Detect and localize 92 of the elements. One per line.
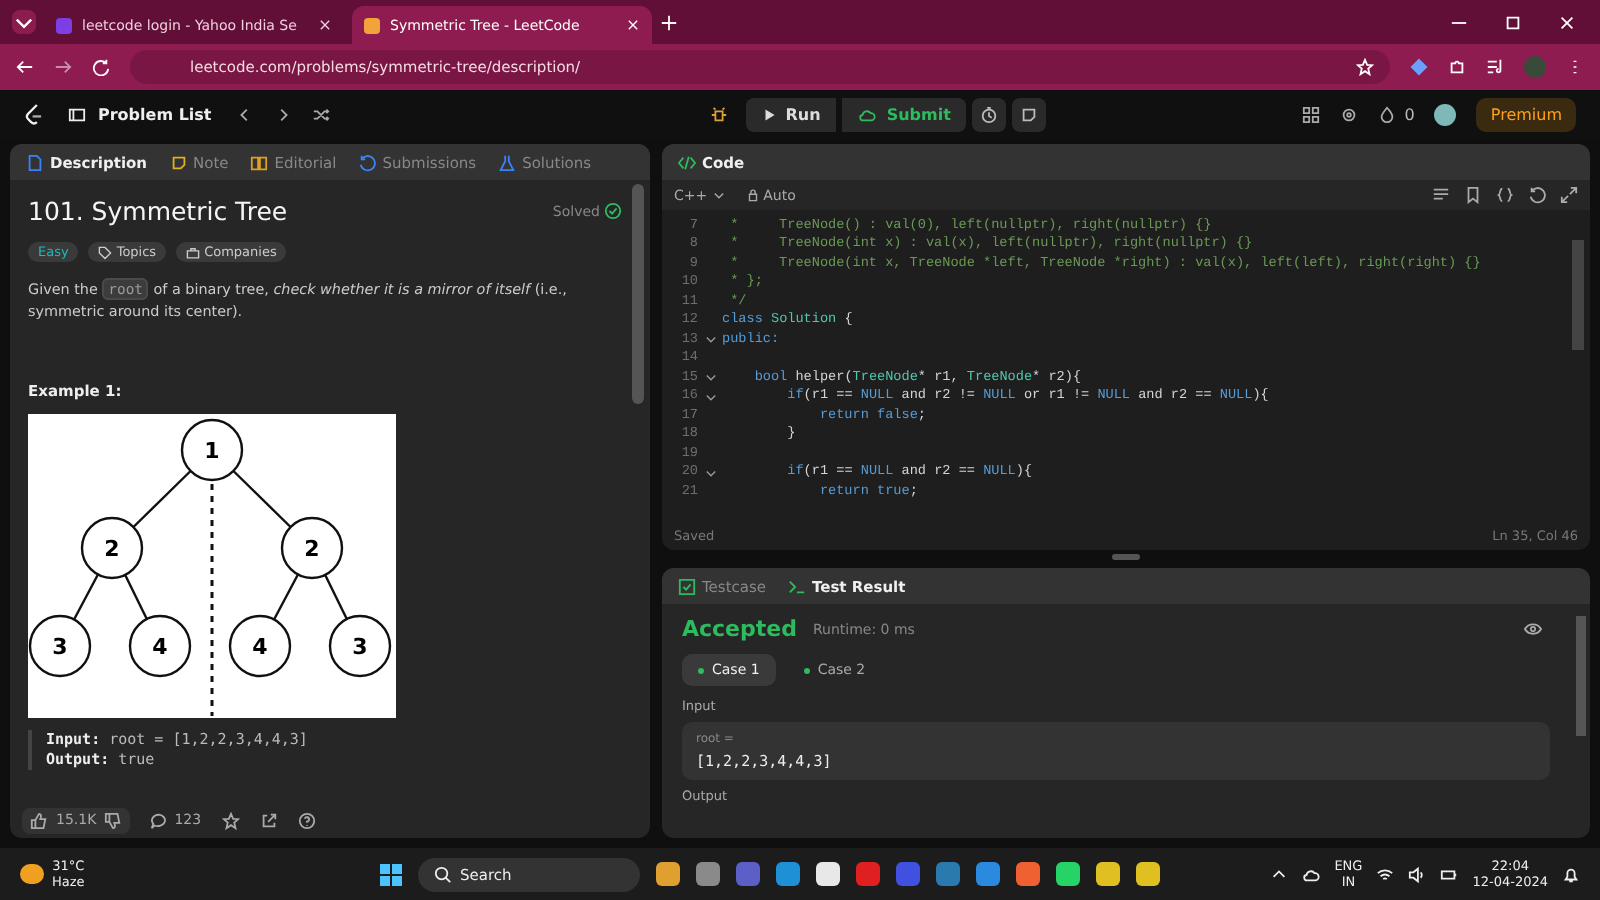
star-icon[interactable] — [221, 811, 240, 829]
tree-node: 3 — [28, 614, 92, 678]
tab-icon — [498, 153, 517, 171]
app-icon[interactable] — [1096, 862, 1120, 886]
timer-button[interactable] — [972, 98, 1007, 132]
comment-icon — [150, 811, 169, 829]
problem-title: 101. Symmetric Tree — [28, 196, 288, 226]
eye-icon[interactable] — [1524, 620, 1542, 638]
tree-edge — [324, 574, 348, 620]
tree-node: 4 — [128, 614, 192, 678]
tab-search-button[interactable] — [12, 10, 36, 34]
tree-edge — [273, 573, 299, 621]
bug-icon[interactable] — [709, 106, 728, 124]
site-icon — [364, 17, 380, 33]
bookmark-icon[interactable] — [1464, 186, 1482, 204]
app-icon[interactable] — [656, 862, 680, 886]
fold-icon[interactable] — [703, 465, 717, 480]
list-icon — [68, 106, 86, 124]
scrollbar[interactable] — [1572, 240, 1584, 350]
volume-icon[interactable] — [1408, 865, 1427, 883]
caret-icon[interactable] — [1270, 865, 1289, 883]
scrollbar[interactable] — [1576, 616, 1586, 736]
app-icon[interactable] — [1136, 862, 1160, 886]
maximize-button[interactable] — [1504, 13, 1522, 31]
verdict-text: Accepted — [682, 616, 797, 642]
bell-icon[interactable] — [1562, 865, 1580, 883]
tab-icon — [250, 153, 269, 171]
app-icon[interactable] — [816, 862, 840, 886]
streak-count: 0 — [1404, 106, 1415, 124]
tree-node: 2 — [80, 516, 144, 580]
fold-icon[interactable] — [703, 370, 717, 385]
reload-button[interactable] — [92, 58, 110, 76]
tab-icon — [26, 153, 44, 171]
tree-node: 1 — [180, 418, 244, 482]
lock-icon — [745, 188, 760, 202]
expand-icon[interactable] — [1560, 186, 1578, 204]
settings-icon[interactable] — [1340, 106, 1359, 124]
run-button[interactable]: Run — [745, 98, 837, 132]
cloud-icon — [858, 106, 877, 124]
tree-edge — [132, 470, 192, 528]
layout-icon[interactable] — [1302, 106, 1321, 124]
scrollbar[interactable] — [632, 184, 644, 404]
caret-icon — [711, 188, 726, 202]
tag-icon — [98, 245, 113, 259]
reset-icon[interactable] — [1528, 186, 1546, 204]
tab-icon — [358, 153, 377, 171]
tab-icon — [678, 577, 696, 595]
tree-edge — [73, 573, 99, 621]
help-icon[interactable] — [297, 811, 316, 829]
tree-edge — [124, 574, 148, 620]
thumbs-down-icon — [104, 811, 123, 829]
share-icon[interactable] — [259, 811, 278, 829]
tree-edge — [232, 470, 292, 528]
note-button[interactable] — [1012, 98, 1047, 132]
tab-icon — [169, 153, 188, 171]
forward-button[interactable] — [54, 58, 72, 76]
weather-icon[interactable] — [20, 864, 44, 884]
start-icon[interactable] — [380, 863, 402, 885]
cloud-icon[interactable] — [1302, 865, 1321, 883]
braces-icon[interactable] — [1496, 186, 1514, 204]
tree-node: 4 — [228, 614, 292, 678]
extension-icon[interactable] — [1410, 58, 1428, 76]
back-button[interactable] — [16, 58, 34, 76]
search-icon — [434, 865, 452, 883]
app-icon[interactable] — [1056, 862, 1080, 886]
user-avatar[interactable] — [1434, 104, 1457, 126]
briefcase-icon — [186, 245, 201, 259]
problem-list-button[interactable]: Problem List — [64, 106, 216, 124]
premium-button[interactable]: Premium — [1476, 98, 1576, 132]
tree-node: 2 — [280, 516, 344, 580]
close-icon[interactable] — [318, 18, 332, 32]
new-tab-button[interactable] — [660, 13, 678, 31]
media-icon[interactable] — [1486, 58, 1504, 76]
shuffle-icon[interactable] — [311, 106, 330, 124]
timer-icon — [980, 106, 999, 124]
submit-button[interactable]: Submit — [842, 98, 967, 132]
logo-icon[interactable] — [24, 102, 44, 128]
resize-handle[interactable] — [1112, 554, 1140, 560]
wifi-icon[interactable] — [1376, 865, 1395, 883]
fold-icon[interactable] — [703, 389, 717, 404]
fold-icon[interactable] — [703, 332, 717, 347]
puzzle-icon[interactable] — [1448, 58, 1466, 76]
thumbs-up-icon — [30, 811, 48, 829]
play-icon — [761, 108, 776, 122]
battery-icon[interactable] — [1440, 865, 1459, 883]
close-button[interactable] — [1558, 13, 1576, 31]
note-icon — [1020, 106, 1039, 124]
format-icon[interactable] — [1432, 186, 1450, 204]
tab-icon — [788, 577, 807, 595]
tree-node: 3 — [328, 614, 392, 678]
site-icon — [56, 17, 72, 33]
code-icon — [678, 153, 696, 171]
